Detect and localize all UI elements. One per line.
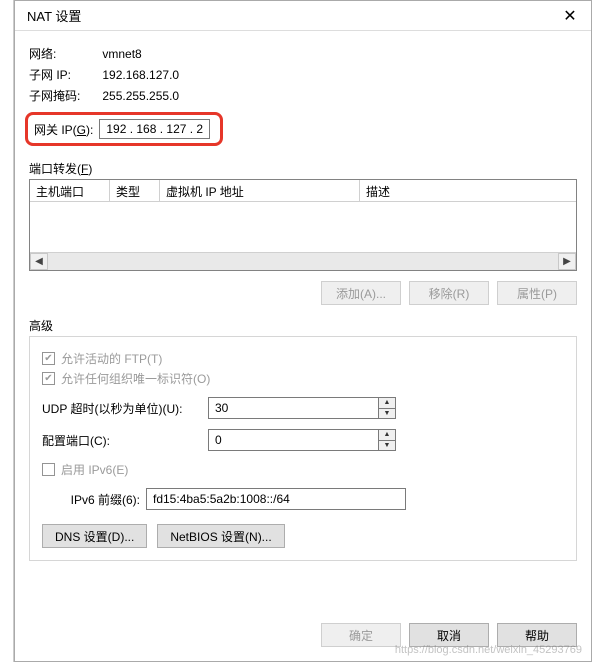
config-port-spin-buttons: ▲ ▼ (378, 429, 396, 451)
advanced-group-label: 高级 (29, 317, 577, 334)
gateway-ip-row: 网关 IP(G): 192 . 168 . 127 . 2 (25, 112, 223, 146)
gateway-ip-label: 网关 IP(G): (34, 121, 93, 138)
port-forward-buttons: 添加(A)... 移除(R) 属性(P) (29, 281, 577, 305)
network-label: 网络: (29, 45, 99, 62)
col-host-port[interactable]: 主机端口 (30, 180, 110, 201)
titlebar: NAT 设置 ✕ (15, 1, 591, 31)
col-vm-ip[interactable]: 虚拟机 IP 地址 (160, 180, 360, 201)
spin-up-icon[interactable]: ▲ (379, 430, 395, 441)
port-forward-label: 端口转发(F) (29, 160, 577, 177)
remove-button[interactable]: 移除(R) (409, 281, 489, 305)
allow-any-oui-label: 允许任何组织唯一标识符(O) (61, 370, 210, 387)
parent-window-strip (0, 0, 14, 662)
horizontal-scrollbar[interactable]: ◀ ▶ (30, 252, 576, 270)
enable-ipv6-checkbox[interactable] (42, 463, 55, 476)
subnet-ip-row: 子网 IP: 192.168.127.0 (29, 66, 577, 83)
col-desc[interactable]: 描述 (360, 180, 576, 201)
dialog-footer: 确定 取消 帮助 (15, 609, 591, 661)
scroll-left-button[interactable]: ◀ (30, 253, 48, 270)
table-header: 主机端口 类型 虚拟机 IP 地址 描述 (30, 180, 576, 202)
scroll-right-button[interactable]: ▶ (558, 253, 576, 270)
config-port-label: 配置端口(C): (42, 432, 202, 449)
spin-down-icon[interactable]: ▼ (379, 409, 395, 419)
config-port-input[interactable] (208, 429, 378, 451)
subnet-mask-label: 子网掩码: (29, 87, 99, 104)
ipv6-prefix-label: IPv6 前缀(6): (60, 491, 140, 508)
enable-ipv6-row: 启用 IPv6(E) (42, 461, 564, 478)
subnet-mask-row: 子网掩码: 255.255.255.0 (29, 87, 577, 104)
nat-settings-dialog: NAT 设置 ✕ 网络: vmnet8 子网 IP: 192.168.127.0… (14, 0, 592, 662)
allow-any-oui-row: ✔ 允许任何组织唯一标识符(O) (42, 370, 564, 387)
udp-timeout-spin-buttons: ▲ ▼ (378, 397, 396, 419)
udp-timeout-input[interactable] (208, 397, 378, 419)
port-forward-table[interactable]: 主机端口 类型 虚拟机 IP 地址 描述 ◀ ▶ (29, 179, 577, 271)
cancel-button[interactable]: 取消 (409, 623, 489, 647)
udp-timeout-row: UDP 超时(以秒为单位)(U): ▲ ▼ (42, 397, 564, 419)
allow-active-ftp-checkbox[interactable]: ✔ (42, 352, 55, 365)
ipv6-prefix-input[interactable] (146, 488, 406, 510)
network-row: 网络: vmnet8 (29, 45, 577, 62)
config-port-row: 配置端口(C): ▲ ▼ (42, 429, 564, 451)
dialog-content: 网络: vmnet8 子网 IP: 192.168.127.0 子网掩码: 25… (15, 31, 591, 609)
udp-timeout-spinner: ▲ ▼ (208, 397, 396, 419)
enable-ipv6-label: 启用 IPv6(E) (61, 461, 128, 478)
help-button[interactable]: 帮助 (497, 623, 577, 647)
ipv6-prefix-row: IPv6 前缀(6): (42, 488, 564, 510)
dialog-title: NAT 设置 (27, 6, 81, 25)
subnet-ip-label: 子网 IP: (29, 66, 99, 83)
netbios-settings-button[interactable]: NetBIOS 设置(N)... (157, 524, 284, 548)
allow-active-ftp-label: 允许活动的 FTP(T) (61, 350, 162, 367)
network-value: vmnet8 (102, 47, 141, 61)
gateway-ip-input[interactable]: 192 . 168 . 127 . 2 (99, 119, 210, 139)
subnet-ip-value: 192.168.127.0 (102, 68, 179, 82)
ok-button[interactable]: 确定 (321, 623, 401, 647)
advanced-group: ✔ 允许活动的 FTP(T) ✔ 允许任何组织唯一标识符(O) UDP 超时(以… (29, 336, 577, 561)
config-port-spinner: ▲ ▼ (208, 429, 396, 451)
allow-any-oui-checkbox[interactable]: ✔ (42, 372, 55, 385)
add-button[interactable]: 添加(A)... (321, 281, 401, 305)
scroll-track[interactable] (48, 253, 558, 270)
close-button[interactable]: ✕ (549, 1, 591, 31)
spin-up-icon[interactable]: ▲ (379, 398, 395, 409)
dns-settings-button[interactable]: DNS 设置(D)... (42, 524, 147, 548)
spin-down-icon[interactable]: ▼ (379, 441, 395, 451)
table-body (30, 202, 576, 252)
dns-netbios-row: DNS 设置(D)... NetBIOS 设置(N)... (42, 524, 564, 548)
udp-timeout-label: UDP 超时(以秒为单位)(U): (42, 400, 202, 417)
col-type[interactable]: 类型 (110, 180, 160, 201)
allow-active-ftp-row: ✔ 允许活动的 FTP(T) (42, 350, 564, 367)
properties-button[interactable]: 属性(P) (497, 281, 577, 305)
subnet-mask-value: 255.255.255.0 (102, 89, 179, 103)
